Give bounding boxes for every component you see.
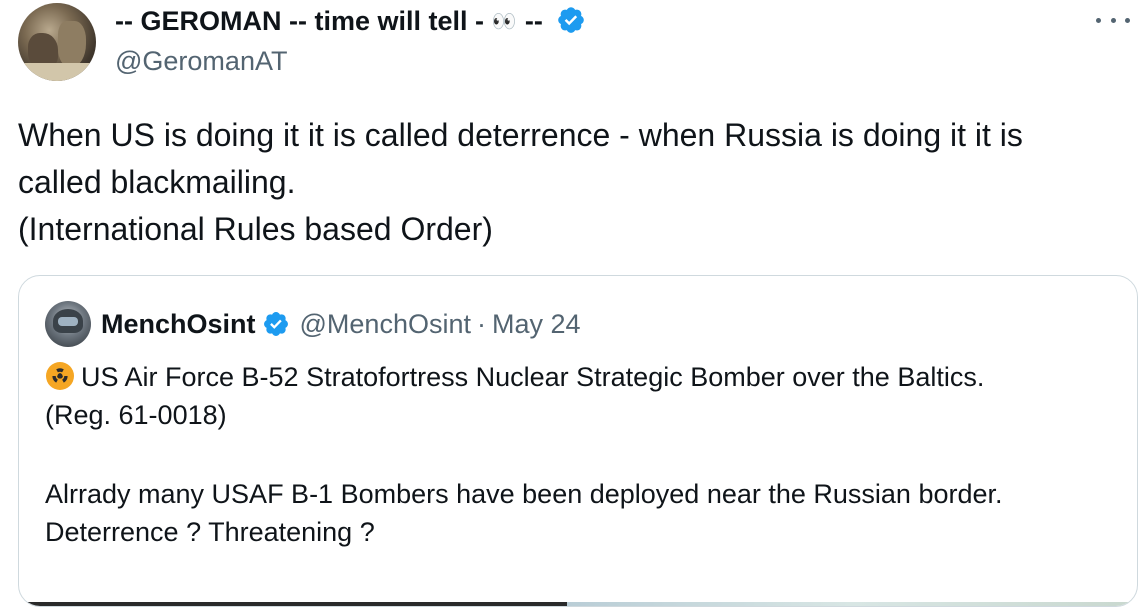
tweet: -- GEROMAN -- time will tell - 👀 -- @Ger…	[0, 0, 1144, 607]
author-name-prefix: -- GEROMAN -- time will tell -	[115, 6, 492, 36]
tweet-text: When US is doing it it is called deterre…	[18, 112, 1128, 253]
quoted-author-avatar[interactable]	[45, 301, 91, 347]
media-left	[19, 602, 567, 606]
tweet-text-line: called blackmailing.	[18, 164, 296, 200]
quoted-text-line-3: Alrrady many USAF B-1 Bombers have been …	[45, 479, 1003, 509]
eyes-emoji-icon: 👀	[491, 11, 518, 33]
verified-badge-icon	[558, 7, 585, 33]
media-right	[567, 602, 1137, 606]
quoted-media-preview[interactable]	[19, 602, 1137, 606]
author-avatar[interactable]	[18, 3, 96, 81]
author-display-name[interactable]: -- GEROMAN -- time will tell - 👀 --	[115, 4, 586, 39]
quoted-tweet-date[interactable]: May 24	[492, 309, 581, 340]
tweet-text-line: (International Rules based Order)	[18, 211, 493, 247]
quoted-text-line-1: US Air Force B-52 Stratofortress Nuclear…	[81, 362, 985, 392]
quoted-tweet-card[interactable]: MenchOsint @MenchOsint · May 24 US Air F…	[18, 275, 1138, 607]
avatar-shape	[58, 21, 86, 67]
tweet-text-line: When US is doing it it is called deterre…	[18, 117, 1023, 153]
avatar-shape	[18, 63, 96, 81]
quoted-tweet-header: MenchOsint @MenchOsint · May 24	[45, 300, 581, 348]
dot	[1110, 17, 1116, 23]
author-handle[interactable]: @GeromanAT	[115, 45, 287, 77]
radioactive-icon	[46, 362, 74, 390]
avatar-shape	[28, 33, 58, 67]
more-options-icon[interactable]	[1096, 10, 1130, 30]
quoted-author-name[interactable]: MenchOsint	[101, 309, 256, 340]
meta-separator: ·	[476, 308, 486, 339]
verified-badge-icon	[263, 312, 288, 336]
quoted-tweet-text: US Air Force B-52 Stratofortress Nuclear…	[45, 358, 1125, 551]
quoted-text-line-2: (Reg. 61-0018)	[45, 400, 227, 430]
quoted-text-line: US Air Force B-52 Stratofortress Nuclear…	[45, 358, 1125, 396]
dot	[1096, 17, 1101, 23]
quoted-text-line-4: Deterrence ? Threatening ?	[45, 517, 375, 547]
author-name-suffix: --	[517, 6, 543, 36]
quoted-author-handle[interactable]: @MenchOsint	[300, 309, 471, 340]
avatar-shape	[58, 317, 78, 326]
dot	[1125, 17, 1130, 23]
